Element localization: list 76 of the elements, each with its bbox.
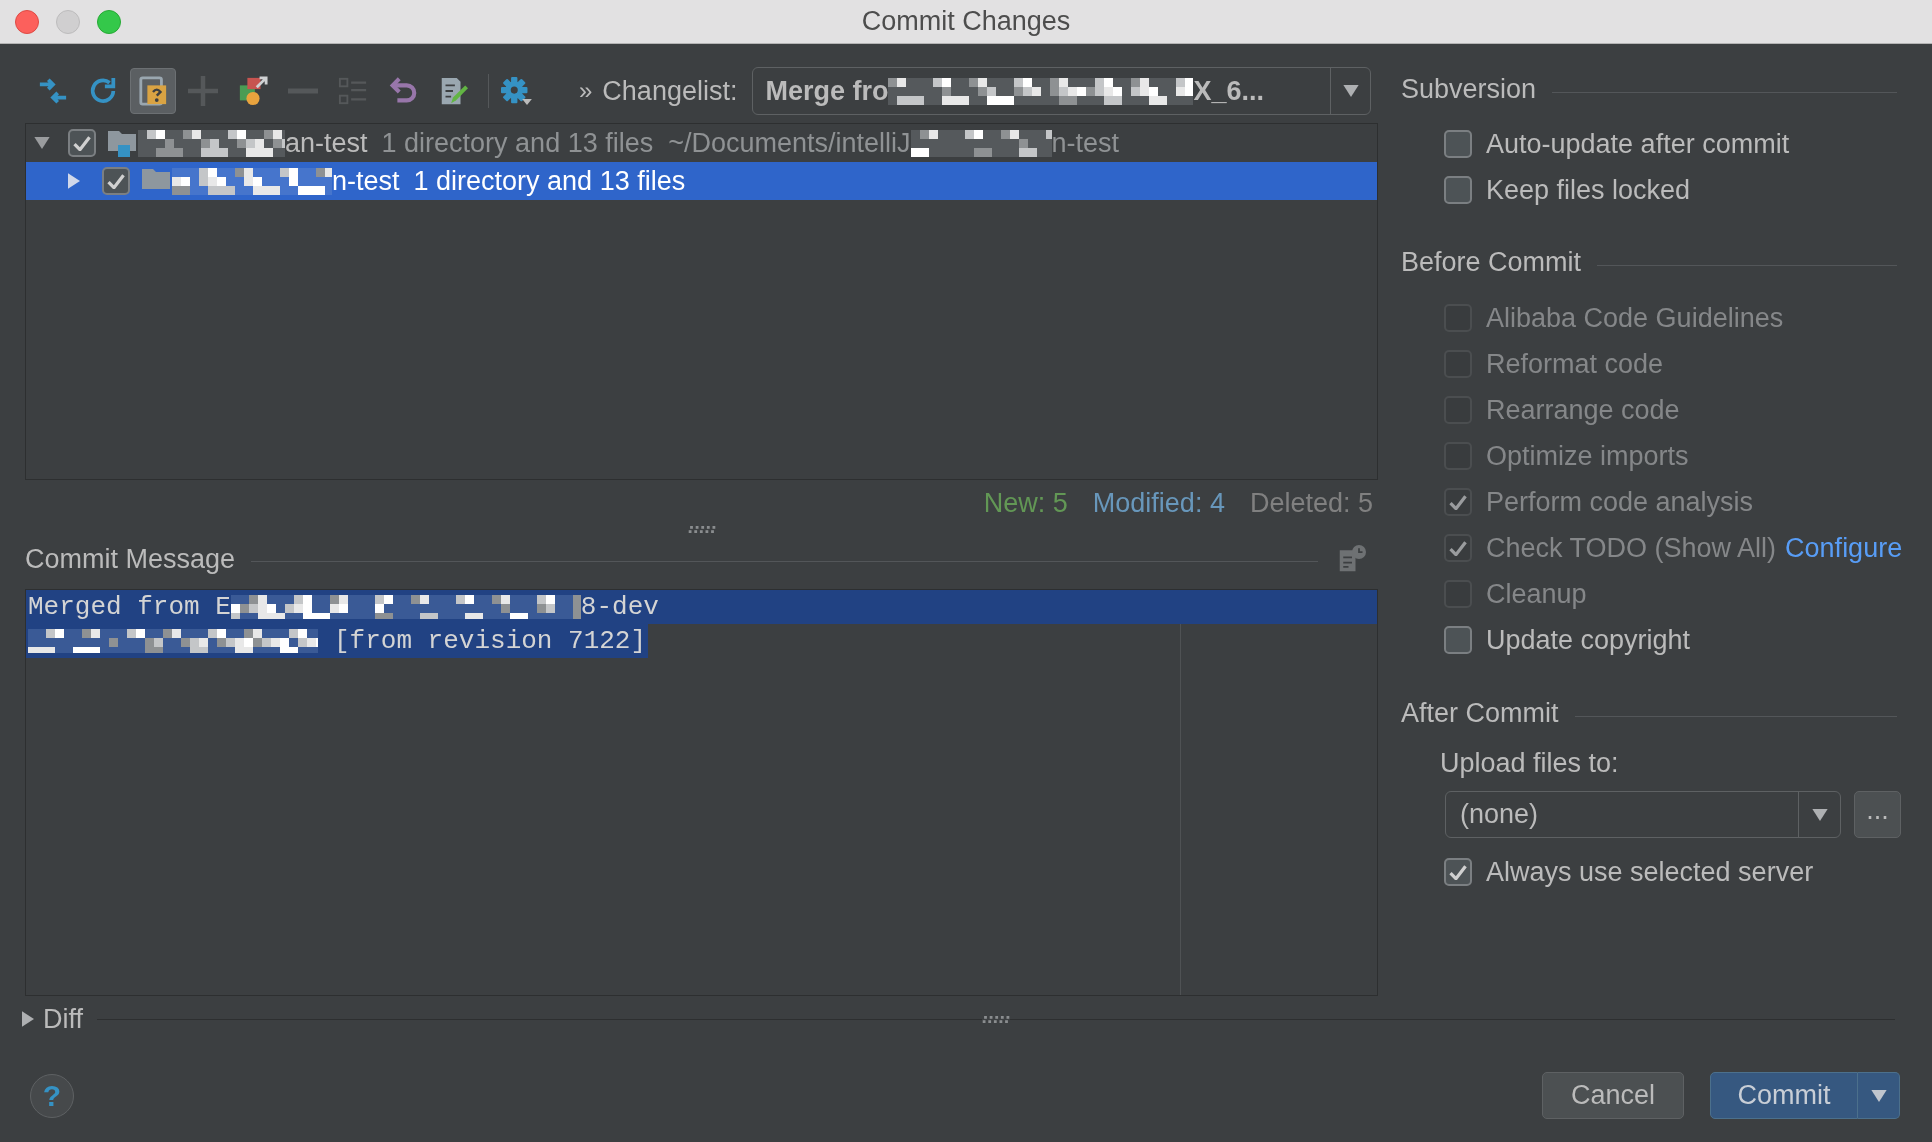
changelist-label: Changelist: [602,74,738,108]
checkbox-label: Keep files locked [1486,173,1691,207]
tree-node-summary: 1 directory and 13 files [413,164,686,198]
commit-message-text: 8-dev [580,590,659,624]
checkbox[interactable] [102,167,130,195]
checkbox-label: Always use selected server [1486,855,1814,889]
caret-right-icon[interactable] [22,1011,34,1027]
upload-label: Upload files to: [1440,746,1619,780]
commit-menu-button[interactable] [1858,1072,1900,1119]
upload-target-dropdown[interactable]: (none) [1445,791,1841,838]
tree-node-name: n-test [332,164,400,198]
checkbox[interactable] [68,129,96,157]
section-title: Before Commit [1401,245,1582,279]
caret-down-icon[interactable] [1870,1089,1887,1102]
checklist-icon [338,76,368,106]
folder-icon [108,129,138,157]
gear-icon [500,76,532,106]
refresh-icon [88,76,118,106]
checkbox-label: Perform code analysis [1486,485,1754,519]
grip-icon[interactable] [982,1015,1010,1023]
grip-icon[interactable] [687,526,716,533]
checkbox-label: Auto-update after commit [1486,127,1790,161]
document-icon [138,76,168,106]
change-count: Deleted: 5 [1249,486,1373,520]
tree-node-summary: 1 directory and 13 files [381,126,654,160]
checkmark-icon [1449,864,1467,880]
commit-message-editor[interactable]: Merged from E 8-dev [from revision 7122] [25,589,1378,996]
section-title: After Commit [1401,696,1559,730]
plus-icon [188,76,218,106]
caret-down-icon[interactable] [1342,85,1359,97]
tree-row[interactable]: n-test 1 directory and 13 files [26,162,1377,200]
caret-down-icon[interactable] [34,137,50,149]
dropdown-value: (none) [1459,798,1540,832]
checkbox-label: Update copyright [1486,623,1691,657]
window-title: Commit Changes [861,5,1071,39]
caret-right-icon[interactable] [68,173,80,189]
zoom-button[interactable] [97,9,121,34]
shapes-arrow-icon [238,76,268,106]
close-button[interactable] [15,9,39,34]
checkbox-label: Check TODO (Show All) [1486,531,1777,565]
checkbox[interactable] [1444,130,1472,158]
checkbox[interactable] [1444,176,1472,204]
minus-icon [288,87,318,95]
commit-message-text: Merged from E [28,590,231,624]
changelist-value: Merge fro [765,74,889,108]
arrows-icon [38,76,68,106]
changelist-value: X_6... [1193,74,1265,108]
caret-down-icon[interactable] [1811,808,1828,821]
changelist-dropdown[interactable]: Merge fro X_6... [752,67,1371,115]
document-clock-icon[interactable] [1338,545,1366,573]
section-title: Subversion [1401,72,1537,106]
checkbox[interactable] [1444,626,1472,654]
checkbox-label: Reformat code [1486,347,1664,381]
checkbox[interactable] [1444,858,1472,886]
commit-button[interactable]: Commit [1710,1072,1858,1119]
diff-toggle[interactable]: Diff [43,998,83,1040]
tree-row[interactable]: an-test 1 directory and 13 files ~/Documents/intelliJ n-test [26,124,1377,162]
commit-message-text: [from revision 7122] [334,624,647,658]
change-count: New: 5 [983,486,1068,520]
tree-node-name: an-test [285,126,368,160]
more-button[interactable]: » [579,79,593,103]
section-title: Commit Message [25,542,236,576]
checkbox-label: Rearrange code [1486,393,1680,427]
checkmark-icon [1449,540,1467,556]
browse-button[interactable]: ... [1854,791,1901,838]
change-count: Modified: 4 [1092,486,1225,520]
checkmark-icon [107,173,125,189]
checkmark-icon [73,135,91,151]
toolbar-button[interactable] [130,68,176,114]
tree-node-path: n-test [1051,126,1120,160]
tree-node-path: ~/Documents/intelliJ [668,126,911,160]
checkbox-label: Optimize imports [1486,439,1689,473]
cancel-button[interactable]: Cancel [1542,1072,1684,1119]
checkbox-label: Alibaba Code Guidelines [1486,301,1784,335]
checkbox-label: Cleanup [1486,577,1587,611]
checkmark-icon [1449,494,1467,510]
